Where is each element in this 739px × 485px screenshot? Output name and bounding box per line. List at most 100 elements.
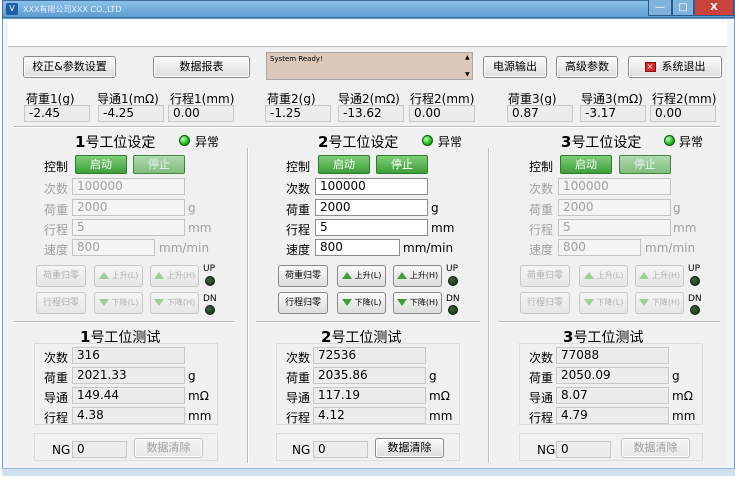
start-button[interactable]: 启动 <box>318 155 370 174</box>
stroke-label: 行程 <box>529 411 554 425</box>
down-arrow-icon <box>396 299 407 306</box>
unit-speed: mm/min <box>645 241 696 255</box>
up-h-button[interactable]: 上升(H) <box>635 265 684 287</box>
calibrate-settings-button[interactable]: 校正&参数设置 <box>23 56 116 78</box>
unit-speed: mm/min <box>403 241 454 255</box>
station-3-settings-title: 3号工位设定 <box>561 133 642 151</box>
status-scrollbar[interactable]: ▲ ▼ <box>465 54 471 78</box>
unit-g: g <box>429 369 437 383</box>
load-input[interactable]: 2000 <box>315 199 428 216</box>
unit-mm: mm <box>672 409 696 423</box>
system-exit-button[interactable]: × 系统退出 <box>628 56 722 78</box>
stroke-zero-button[interactable]: 行程归零 <box>278 292 328 314</box>
test-load-value: 2050.09 <box>556 367 669 384</box>
data-report-button[interactable]: 数据报表 <box>153 56 250 78</box>
dn-led-icon <box>205 305 215 315</box>
stroke-zero-button[interactable]: 行程归零 <box>520 292 570 314</box>
dn-label: DN <box>203 294 217 304</box>
down-h-button[interactable]: 下降(H) <box>635 292 684 314</box>
unit-mohm: mΩ <box>188 389 209 403</box>
up-l-button[interactable]: 上升(L) <box>94 265 143 287</box>
down-h-button[interactable]: 下降(H) <box>393 292 442 314</box>
stop-button[interactable]: 停止 <box>133 155 185 174</box>
stroke-label: 行程 <box>529 223 554 237</box>
up-led-icon <box>690 276 700 286</box>
load-label: 荷重 <box>529 371 554 385</box>
clear-data-button[interactable]: 数据清除 <box>134 438 203 458</box>
load-input[interactable]: 2000 <box>558 199 671 216</box>
unit-mohm: mΩ <box>429 389 450 403</box>
down-arrow-icon <box>98 299 109 306</box>
load-zero-button[interactable]: 荷重归零 <box>278 265 328 287</box>
down-l-button[interactable]: 下降(L) <box>94 292 143 314</box>
dn-led-icon <box>448 305 458 315</box>
unit-g: g <box>672 369 680 383</box>
ng-value: 0 <box>72 441 127 458</box>
up-h-button[interactable]: 上升(H) <box>393 265 442 287</box>
minimize-button[interactable]: — <box>648 0 672 16</box>
stroke-label: 行程 <box>44 223 69 237</box>
status-indicator-icon <box>664 135 675 146</box>
load-label: 荷重 <box>44 203 69 217</box>
stroke-input[interactable]: 5 <box>558 219 671 236</box>
clear-data-button[interactable]: 数据清除 <box>375 438 444 458</box>
stroke-zero-button[interactable]: 行程归零 <box>36 292 86 314</box>
unit-mm: mm <box>429 409 453 423</box>
speed-input[interactable]: 800 <box>315 239 400 256</box>
load-label: 荷重 <box>286 203 311 217</box>
test-load-value: 2021.33 <box>72 367 185 384</box>
count-input[interactable]: 100000 <box>72 178 185 195</box>
power-output-button[interactable]: 电源输出 <box>483 56 547 78</box>
stop-button[interactable]: 停止 <box>376 155 428 174</box>
unit-mohm: mΩ <box>672 389 693 403</box>
readout-value: -13.62 <box>338 105 404 122</box>
start-button[interactable]: 启动 <box>75 155 127 174</box>
speed-label: 速度 <box>44 243 69 257</box>
control-label: 控制 <box>286 160 311 174</box>
title-bar[interactable]: V XXX有限公司XXX CO.,LTD <box>2 0 735 18</box>
stop-button[interactable]: 停止 <box>619 155 671 174</box>
test-stroke-value: 4.12 <box>313 407 426 424</box>
speed-input[interactable]: 800 <box>558 239 641 256</box>
readout-value: -4.25 <box>98 105 164 122</box>
up-h-button[interactable]: 上升(H) <box>150 265 199 287</box>
up-led-icon <box>448 276 458 286</box>
readout-value: 0.87 <box>507 105 573 122</box>
load-zero-button[interactable]: 荷重归零 <box>520 265 570 287</box>
start-button[interactable]: 启动 <box>560 155 612 174</box>
advanced-params-button[interactable]: 高级参数 <box>556 56 618 78</box>
test-count-value: 72536 <box>313 347 426 364</box>
count-input[interactable]: 100000 <box>315 178 428 195</box>
maximize-button[interactable]: □ <box>672 0 694 16</box>
abnormal-label: 异常 <box>438 135 463 149</box>
down-l-button[interactable]: 下降(L) <box>579 292 628 314</box>
stroke-input[interactable]: 5 <box>72 219 185 236</box>
dn-label: DN <box>688 294 702 304</box>
load-label: 荷重 <box>286 371 311 385</box>
test-conduct-value: 149.44 <box>72 387 185 404</box>
up-l-button[interactable]: 上升(L) <box>337 265 386 287</box>
count-input[interactable]: 100000 <box>558 178 671 195</box>
clear-data-button[interactable]: 数据清除 <box>621 438 690 458</box>
control-label: 控制 <box>44 160 69 174</box>
speed-input[interactable]: 800 <box>72 239 155 256</box>
exit-icon: × <box>644 62 656 72</box>
speed-label: 速度 <box>529 243 554 257</box>
readout-value: 0.00 <box>409 105 475 122</box>
scroll-down-icon[interactable]: ▼ <box>465 71 470 78</box>
divider <box>256 321 480 323</box>
conduct-label: 导通 <box>44 391 69 405</box>
scroll-up-icon[interactable]: ▲ <box>465 54 470 61</box>
test-conduct-value: 8.07 <box>556 387 669 404</box>
status-text: System Ready! <box>270 55 323 63</box>
up-arrow-icon <box>153 272 164 279</box>
divider <box>14 126 720 128</box>
load-zero-button[interactable]: 荷重归零 <box>36 265 86 287</box>
stroke-input[interactable]: 5 <box>315 219 428 236</box>
close-button[interactable]: X <box>694 0 734 16</box>
load-input[interactable]: 2000 <box>72 199 185 216</box>
down-h-button[interactable]: 下降(H) <box>150 292 199 314</box>
count-label: 次数 <box>529 182 554 196</box>
down-l-button[interactable]: 下降(L) <box>337 292 386 314</box>
up-l-button[interactable]: 上升(L) <box>579 265 628 287</box>
